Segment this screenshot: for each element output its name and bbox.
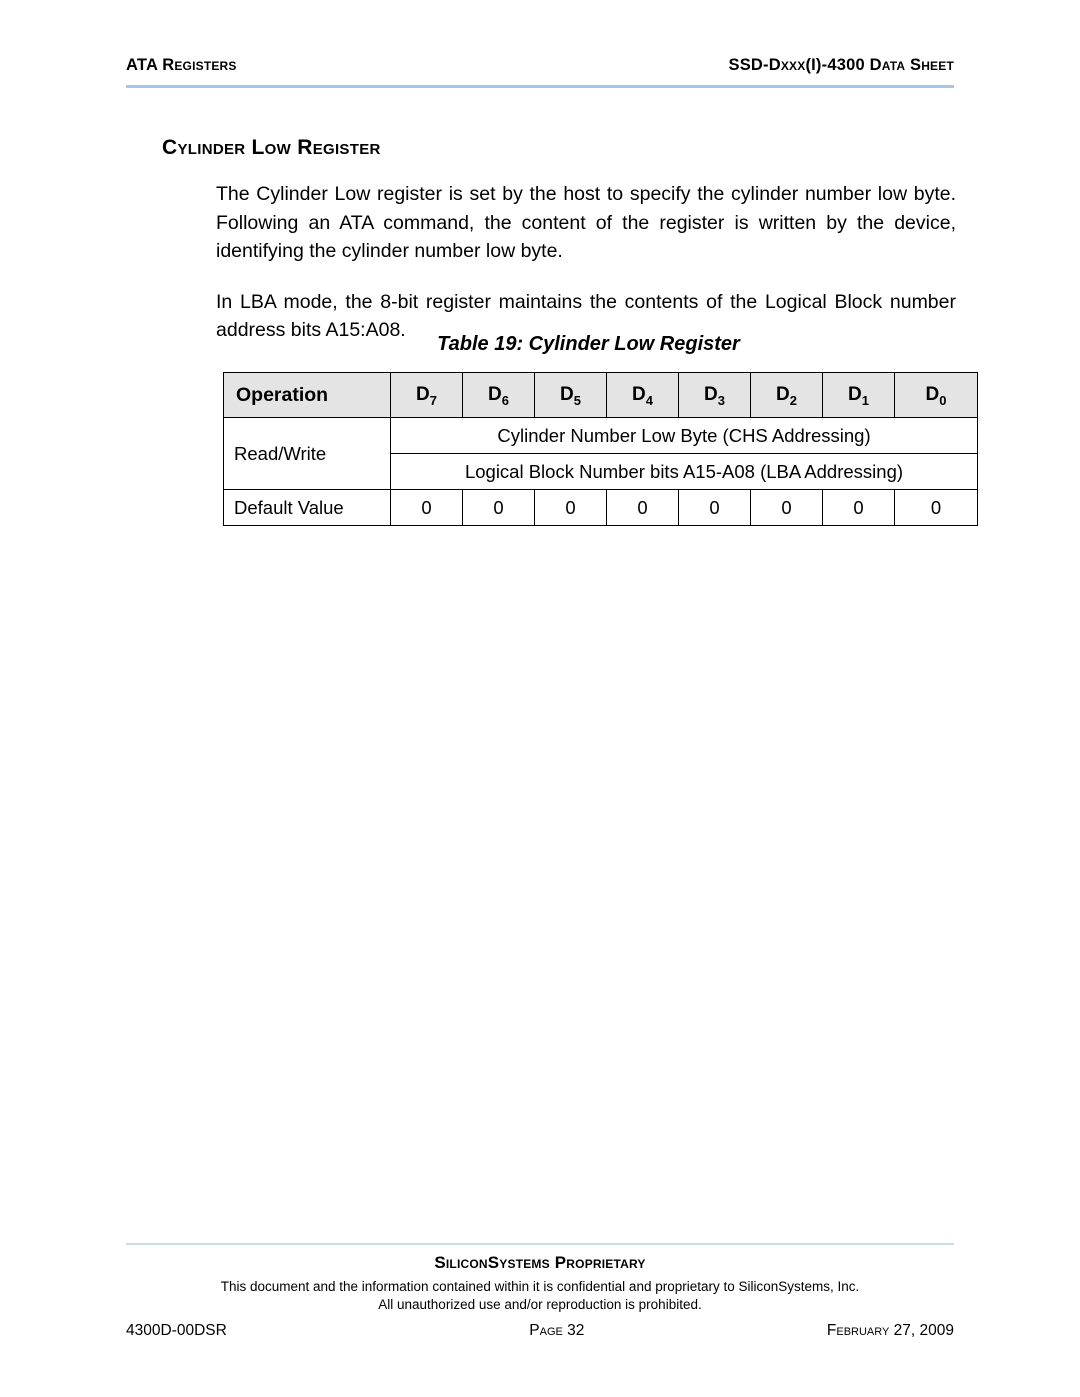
bit-subscript-d2: 2 — [789, 392, 797, 408]
footer-bottom-row: 4300D-00DSR Page 32 February 27, 2009 — [126, 1322, 954, 1340]
default-value-d5: 0 — [534, 489, 607, 526]
table-body: Read/Write Cylinder Number Low Byte (CHS… — [223, 417, 978, 526]
table-head: Operation D7 D6 D5 D4 D3 D2 D1 D0 — [223, 372, 978, 418]
column-header-d3: D3 — [678, 372, 751, 418]
confidential-line-2: All unauthorized use and/or reproduction… — [378, 1297, 702, 1312]
proprietary-notice: SiliconSystems Proprietary — [434, 1253, 646, 1272]
document-page: ATA Registers SSD-Dxxx(I)-4300 Data Shee… — [0, 0, 1080, 1397]
bit-letter-d0: D — [925, 384, 940, 405]
bit-subscript-d7: 7 — [429, 392, 437, 408]
bit-subscript-d4: 4 — [645, 392, 653, 408]
bit-letter-d2: D — [776, 384, 790, 405]
bit-letter-d1: D — [848, 384, 862, 405]
column-header-d1: D1 — [822, 372, 895, 418]
footer-date: February 27, 2009 — [826, 1322, 954, 1339]
default-value-d7: 0 — [390, 489, 463, 526]
header-divider-rule — [126, 85, 954, 88]
default-value-d0: 0 — [894, 489, 978, 526]
column-header-d5: D5 — [534, 372, 607, 418]
table-header-row: Operation D7 D6 D5 D4 D3 D2 D1 D0 — [223, 372, 978, 418]
column-header-d7: D7 — [390, 372, 463, 418]
bit-letter-d5: D — [560, 384, 574, 405]
footer-notice-block: SiliconSystems Proprietary This document… — [126, 1253, 954, 1314]
bit-letter-d3: D — [704, 384, 718, 405]
bit-subscript-d5: 5 — [573, 392, 581, 408]
default-value-d6: 0 — [462, 489, 535, 526]
confidential-line-1: This document and the information contai… — [220, 1279, 860, 1294]
default-value-d3: 0 — [678, 489, 751, 526]
bit-letter-d7: D — [416, 384, 430, 405]
default-value-d1: 0 — [822, 489, 895, 526]
bit-subscript-d6: 6 — [501, 392, 509, 408]
table-row-default-value: Default Value 0 0 0 0 0 0 0 0 — [223, 489, 978, 526]
column-header-operation: Operation — [223, 372, 391, 418]
bit-subscript-d0: 0 — [939, 392, 947, 408]
table-row-read-write-chs: Read/Write Cylinder Number Low Byte (CHS… — [223, 417, 978, 490]
default-value-d4: 0 — [606, 489, 679, 526]
cylinder-low-register-table: Operation D7 D6 D5 D4 D3 D2 D1 D0 Read/W… — [223, 372, 978, 526]
footer-document-number: 4300D-00DSR — [126, 1322, 227, 1339]
bit-letter-d4: D — [632, 384, 646, 405]
column-header-d0: D0 — [894, 372, 978, 418]
bit-subscript-d3: 3 — [717, 392, 725, 408]
row-label-default-value: Default Value — [223, 489, 391, 526]
row-label-read-write: Read/Write — [223, 417, 391, 490]
cell-lba-addressing: Logical Block Number bits A15-A08 (LBA A… — [390, 453, 978, 490]
section-heading: Cylinder Low Register — [162, 136, 381, 159]
bit-letter-d6: D — [488, 384, 502, 405]
body-text-block: The Cylinder Low register is set by the … — [216, 180, 956, 345]
header-right-title: SSD-Dxxx(I)-4300 Data Sheet — [728, 56, 954, 74]
default-value-d2: 0 — [750, 489, 823, 526]
running-header: ATA Registers SSD-Dxxx(I)-4300 Data Shee… — [126, 56, 954, 75]
column-header-d2: D2 — [750, 372, 823, 418]
column-header-d6: D6 — [462, 372, 535, 418]
footer-page-number: Page 32 — [529, 1322, 585, 1339]
column-header-d4: D4 — [606, 372, 679, 418]
cell-chs-addressing: Cylinder Number Low Byte (CHS Addressing… — [390, 417, 978, 454]
footer-divider-rule — [126, 1243, 954, 1245]
bit-subscript-d1: 1 — [861, 392, 869, 408]
table-caption: Table 19: Cylinder Low Register — [437, 333, 740, 355]
header-left-title: ATA Registers — [126, 56, 237, 74]
paragraph-1: The Cylinder Low register is set by the … — [216, 183, 956, 262]
